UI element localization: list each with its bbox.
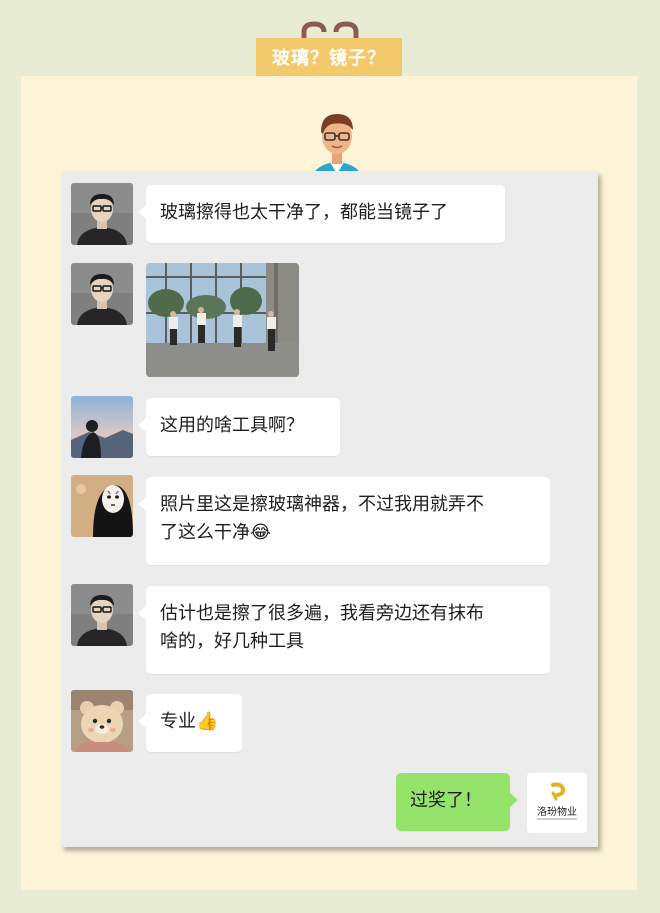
avatar-no-face[interactable] [71, 475, 133, 537]
avatar-girl-sunset[interactable] [71, 396, 133, 458]
message-bubble[interactable]: 专业👍 [138, 694, 242, 752]
outgoing-message-bubble[interactable]: 过奖了！ [396, 773, 518, 831]
avatar-man-glasses[interactable] [71, 183, 133, 245]
message-bubble[interactable]: 估计也是擦了很多遍，我看旁边还有抹布 啥的，好几种工具 [138, 586, 550, 674]
message-text-line: 啥的，好几种工具 [160, 631, 304, 652]
message-text-line: 估计也是擦了很多遍，我看旁边还有抹布 [160, 603, 484, 624]
message-text-line: 了这么干净😂 [160, 522, 272, 543]
page-title: 玻璃？镜子？ [256, 38, 402, 76]
avatar-man-glasses[interactable] [71, 584, 133, 646]
message-text: 玻璃擦得也太干净了，都能当镜子了 [160, 202, 448, 223]
message-bubble[interactable]: 这用的啥工具啊？ [138, 398, 340, 456]
avatar-company-logo[interactable]: 洛玢物业 [527, 773, 587, 833]
message-photo[interactable] [146, 263, 299, 377]
message-bubble[interactable]: 玻璃擦得也太干净了，都能当镜子了 [138, 185, 505, 243]
message-text: 专业👍 [160, 711, 219, 732]
message-text: 过奖了！ [410, 790, 482, 811]
avatar-man-glasses[interactable] [71, 263, 133, 325]
message-bubble[interactable]: 照片里这是擦玻璃神器，不过我用就弄不 了这么干净😂 [138, 477, 550, 565]
logo-text: 洛玢物业 [537, 807, 577, 818]
message-text-line: 照片里这是擦玻璃神器，不过我用就弄不 [160, 494, 484, 515]
message-text: 这用的啥工具啊？ [160, 415, 304, 436]
avatar-bear[interactable] [71, 690, 133, 752]
